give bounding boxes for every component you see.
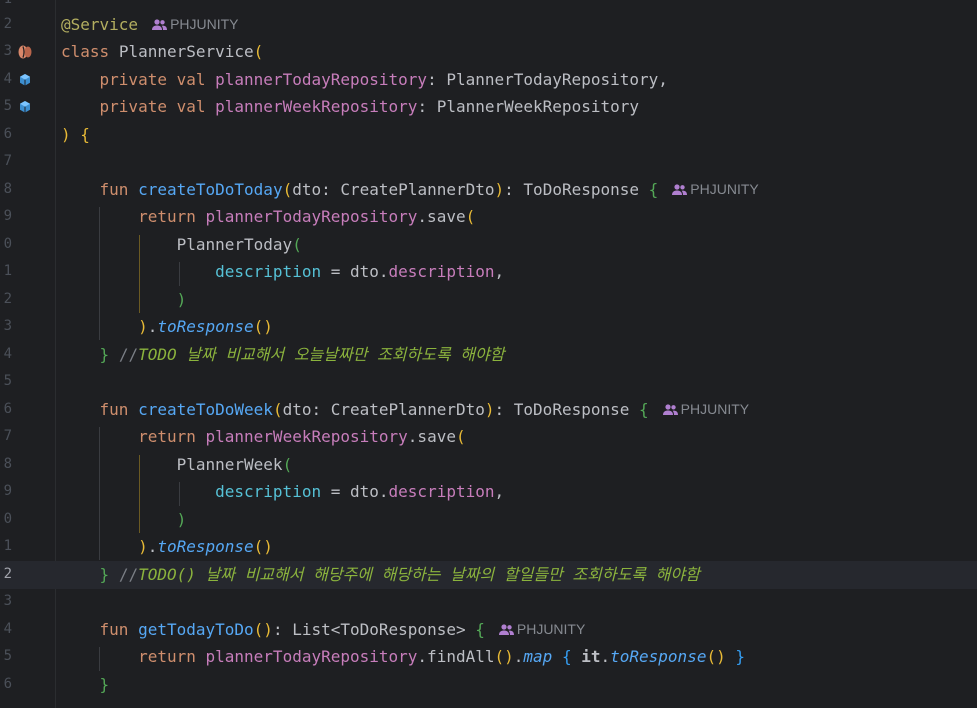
code-line[interactable]: 4 } //TODO 날짜 비교해서 오늘날짜만 조회하도록 해야함 (0, 341, 977, 369)
code-line[interactable]: 4 fun getTodayToDo(): List<ToDoResponse>… (0, 616, 977, 644)
line-number: 9 (3, 208, 12, 224)
code-line[interactable]: 6 } (0, 671, 977, 699)
code-line[interactable]: 2 @Service PHJUNITY (0, 11, 977, 39)
author-inlay-hint[interactable]: PHJUNITY (152, 11, 239, 39)
line-number: 3 (3, 318, 12, 334)
code-line[interactable]: 8 fun createToDoToday(dto: CreatePlanner… (0, 176, 977, 204)
code-line[interactable]: 6 ) { (0, 121, 977, 149)
injection-icon[interactable] (17, 99, 33, 115)
line-number: 3 (3, 593, 12, 609)
author-inlay-hint[interactable]: PHJUNITY (672, 176, 759, 204)
code-line[interactable]: 9 return plannerTodayRepository.save( (0, 203, 977, 231)
line-number: 2 (3, 16, 12, 32)
line-number: 3 (3, 43, 12, 59)
line-number: 8 (3, 181, 12, 197)
line-number: 6 (3, 676, 12, 692)
author-inlay-hint[interactable]: PHJUNITY (498, 616, 585, 644)
line-number: 9 (3, 483, 12, 499)
code-line[interactable]: 7 (0, 148, 977, 176)
line-number: 5 (3, 373, 12, 389)
users-icon (672, 184, 688, 195)
code-line[interactable]: 5 private val plannerWeekRepository: Pla… (0, 93, 977, 121)
line-number: 6 (3, 126, 12, 142)
code-line[interactable]: 1 description = dto.description, (0, 258, 977, 286)
code-line[interactable]: 1 ).toResponse() (0, 533, 977, 561)
code-line[interactable]: 3 (0, 588, 977, 616)
code-line[interactable]: 5 return plannerTodayRepository.findAll(… (0, 643, 977, 671)
users-icon (498, 624, 514, 635)
users-icon (152, 19, 168, 30)
code-line[interactable]: 3 class PlannerService( (0, 38, 977, 66)
code-line[interactable]: 4 private val plannerTodayRepository: Pl… (0, 66, 977, 94)
line-number: 5 (3, 98, 12, 114)
code-line[interactable]: 0 PlannerToday( (0, 231, 977, 259)
line-number: 0 (3, 511, 12, 527)
code-line[interactable]: 2 ) (0, 286, 977, 314)
line-number: 7 (3, 428, 12, 444)
code-line[interactable]: 5 (0, 368, 977, 396)
line-number: 7 (3, 153, 12, 169)
code-line[interactable]: 7 return plannerWeekRepository.save( (0, 423, 977, 451)
users-icon (662, 404, 678, 415)
line-number: 6 (3, 401, 12, 417)
author-inlay-hint[interactable]: PHJUNITY (662, 396, 749, 424)
line-number: 2 (3, 566, 12, 582)
annotation-service: @Service (61, 15, 139, 34)
code-editor[interactable]: 1 2 @Service PHJUNITY 3 class PlannerServ… (0, 0, 977, 708)
line-number: 2 (3, 291, 12, 307)
line-number: 0 (3, 236, 12, 252)
code-line[interactable]: 3 ).toResponse() (0, 313, 977, 341)
line-number: 5 (3, 648, 12, 664)
code-line[interactable]: 8 PlannerWeek( (0, 451, 977, 479)
injection-icon[interactable] (17, 72, 33, 88)
line-number: 1 (3, 263, 12, 279)
code-line[interactable]: 6 fun createToDoWeek(dto: CreatePlannerD… (0, 396, 977, 424)
line-number: 4 (3, 621, 12, 637)
code-line[interactable]: 9 description = dto.description, (0, 478, 977, 506)
line-number: 4 (3, 71, 12, 87)
code-line[interactable]: 0 ) (0, 506, 977, 534)
line-number: 4 (3, 346, 12, 362)
bean-icon[interactable] (17, 44, 33, 60)
line-number: 1 (3, 538, 12, 554)
current-code-line[interactable]: 2 } //TODO() 날짜 비교해서 해당주에 해당하는 날짜의 할일들만 … (0, 561, 977, 589)
line-number: 8 (3, 456, 12, 472)
